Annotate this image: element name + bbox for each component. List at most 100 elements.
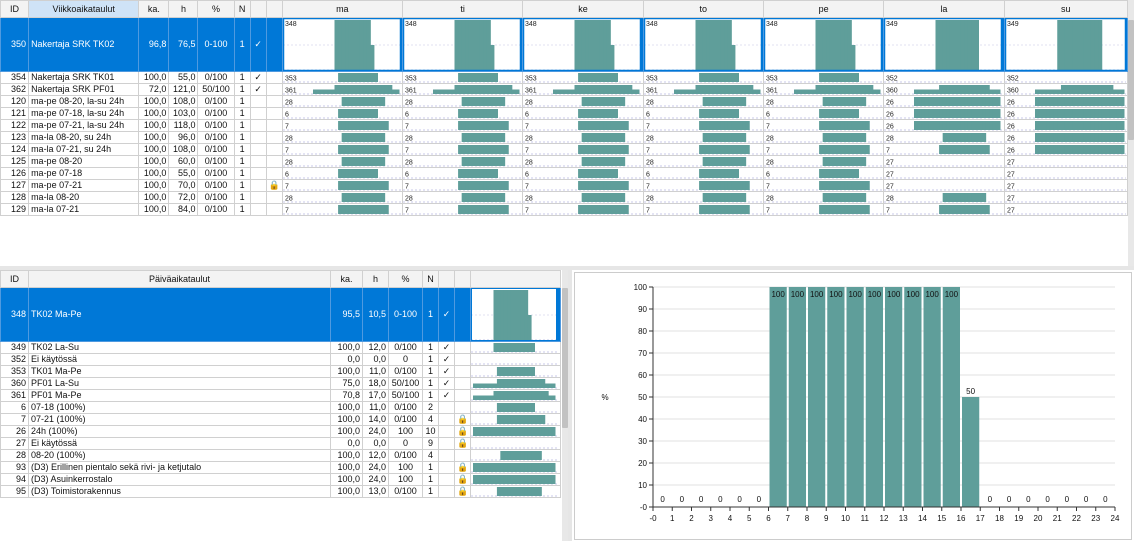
day-cell-to[interactable]: 353	[642, 71, 764, 84]
cell-profile[interactable]	[470, 377, 561, 390]
day-cell-ma[interactable]: 6	[281, 107, 403, 120]
day-cell-ti[interactable]: 6	[401, 107, 524, 120]
day-cell-ti[interactable]: 28	[401, 95, 524, 108]
day-cell-ma[interactable]: 28	[281, 131, 403, 144]
day-cell-pe[interactable]: 7	[762, 179, 885, 192]
daily-col-header-check[interactable]	[438, 270, 455, 288]
day-cell-la[interactable]: 360	[883, 83, 1005, 96]
day-cell-la[interactable]: 26	[883, 107, 1005, 120]
daily-table-row[interactable]: 353 TK01 Ma-Pe 100,0 11,0 0/100 1 ✓	[0, 365, 561, 378]
day-cell-pe[interactable]: 6	[762, 167, 885, 180]
day-cell-to[interactable]: 7	[642, 203, 764, 216]
day-cell-su[interactable]: 27	[1003, 155, 1129, 168]
day-cell-pe[interactable]: 361	[762, 83, 885, 96]
day-cell-ti[interactable]: 6	[401, 167, 524, 180]
col-header-day-ke[interactable]: ke	[522, 0, 644, 18]
day-cell-su[interactable]: 26	[1003, 131, 1129, 144]
day-cell-ke[interactable]: 348	[522, 17, 644, 72]
cell-profile[interactable]	[470, 389, 561, 402]
col-header-day-to[interactable]: to	[642, 0, 764, 18]
day-cell-ma[interactable]: 6	[281, 167, 403, 180]
day-cell-to[interactable]: 7	[642, 179, 764, 192]
cell-profile[interactable]	[470, 341, 561, 354]
day-cell-pe[interactable]: 348	[762, 17, 885, 72]
weekly-table-row[interactable]: 128 ma-la 08-20 100,0 72,0 0/100 1 28 28 28 28 28 2…	[0, 191, 1129, 204]
cell-profile[interactable]	[470, 425, 561, 438]
weekly-scrollbar[interactable]	[1128, 0, 1134, 266]
day-cell-ti[interactable]: 28	[401, 131, 524, 144]
day-cell-to[interactable]: 348	[642, 17, 764, 72]
weekly-table-row[interactable]: 125 ma-pe 08-20 100,0 60,0 0/100 1 28 28 28 28 28 2…	[0, 155, 1129, 168]
day-cell-pe[interactable]: 28	[762, 95, 885, 108]
day-cell-to[interactable]: 7	[642, 143, 764, 156]
cell-profile[interactable]	[470, 413, 561, 426]
daily-col-header-n[interactable]: N	[422, 270, 439, 288]
day-cell-pe[interactable]: 28	[762, 131, 885, 144]
daily-col-header-id[interactable]: ID	[0, 270, 29, 288]
day-cell-la[interactable]: 28	[883, 191, 1005, 204]
weekly-table-row[interactable]: 362 Nakertaja SRK PF01 72,0 121,0 50/100 1 ✓ 36…	[0, 83, 1129, 96]
day-cell-ke[interactable]: 28	[522, 131, 644, 144]
weekly-table-row[interactable]: 127 ma-pe 07-21 100,0 70,0 0/100 1 🔒 7 7 7 7 7 27 27	[0, 179, 1129, 192]
daily-col-header-profile[interactable]	[470, 270, 561, 288]
day-cell-to[interactable]: 6	[642, 107, 764, 120]
day-cell-to[interactable]: 28	[642, 191, 764, 204]
cell-profile[interactable]	[470, 461, 561, 474]
weekly-table-row[interactable]: 129 ma-la 07-21 100,0 84,0 0/100 1 7 7 7 7 7 7 27	[0, 203, 1129, 216]
day-cell-pe[interactable]: 28	[762, 155, 885, 168]
day-cell-ke[interactable]: 6	[522, 167, 644, 180]
col-header-day-la[interactable]: la	[883, 0, 1005, 18]
day-cell-ti[interactable]: 348	[401, 17, 524, 72]
day-cell-ma[interactable]: 7	[281, 119, 403, 132]
col-header-id[interactable]: ID	[0, 0, 30, 18]
day-cell-pe[interactable]: 353	[762, 71, 885, 84]
daily-table-row[interactable]: 95 (D3) Toimistorakennus 100,0 13,0 0/100 1 🔒	[0, 485, 561, 498]
cell-profile[interactable]	[470, 449, 561, 462]
weekly-table-row[interactable]: 121 ma-pe 07-18, la-su 24h 100,0 103,0 0/100…	[0, 107, 1129, 120]
col-header-day-ti[interactable]: ti	[401, 0, 524, 18]
daily-col-header-h[interactable]: h	[362, 270, 389, 288]
daily-table-row[interactable]: 26 24h (100%) 100,0 24,0 100 10 🔒	[0, 425, 561, 438]
day-cell-su[interactable]: 27	[1003, 167, 1129, 180]
day-cell-ti[interactable]: 28	[401, 191, 524, 204]
day-cell-ma[interactable]: 28	[281, 191, 403, 204]
day-cell-su[interactable]: 27	[1003, 203, 1129, 216]
day-cell-ma[interactable]: 353	[281, 71, 403, 84]
daily-table-row[interactable]: 348 TK02 Ma-Pe 95,5 10,5 0-100 1 ✓	[0, 287, 561, 342]
daily-table-row[interactable]: 93 (D3) Erillinen pientalo sekä rivi- ja …	[0, 461, 561, 474]
day-cell-to[interactable]: 28	[642, 95, 764, 108]
col-header-pct[interactable]: %	[197, 0, 235, 18]
day-cell-ke[interactable]: 28	[522, 191, 644, 204]
day-cell-ma[interactable]: 348	[281, 17, 403, 72]
day-cell-su[interactable]: 360	[1003, 83, 1129, 96]
day-cell-ma[interactable]: 7	[281, 179, 403, 192]
day-cell-to[interactable]: 28	[642, 155, 764, 168]
weekly-table-row[interactable]: 124 ma-la 07-21, su 24h 100,0 108,0 0/100 1 7 7…	[0, 143, 1129, 156]
weekly-scrollbar-thumb[interactable]	[1128, 20, 1134, 140]
day-cell-la[interactable]: 28	[883, 131, 1005, 144]
day-cell-ti[interactable]: 7	[401, 119, 524, 132]
daily-table-row[interactable]: 349 TK02 La-Su 100,0 12,0 0/100 1 ✓	[0, 341, 561, 354]
day-cell-ma[interactable]: 28	[281, 95, 403, 108]
col-header-h[interactable]: h	[168, 0, 199, 18]
daily-table-row[interactable]: 28 08-20 (100%) 100,0 12,0 0/100 4	[0, 449, 561, 462]
daily-col-header-name[interactable]: Päiväaikataulut	[28, 270, 331, 288]
day-cell-la[interactable]: 7	[883, 143, 1005, 156]
day-cell-su[interactable]: 27	[1003, 191, 1129, 204]
cell-profile[interactable]	[470, 473, 561, 486]
day-cell-pe[interactable]: 7	[762, 143, 885, 156]
col-header-ka[interactable]: ka.	[138, 0, 170, 18]
day-cell-ti[interactable]: 28	[401, 155, 524, 168]
col-header-lock[interactable]	[265, 0, 283, 18]
weekly-table-row[interactable]: 123 ma-la 08-20, su 24h 100,0 96,0 0/100 1 28 2…	[0, 131, 1129, 144]
weekly-table-row[interactable]: 126 ma-pe 07-18 100,0 55,0 0/100 1 6 6 6 6 6 27 27	[0, 167, 1129, 180]
day-cell-ke[interactable]: 28	[522, 155, 644, 168]
cell-profile[interactable]	[470, 287, 561, 342]
day-cell-la[interactable]: 27	[883, 155, 1005, 168]
day-cell-ma[interactable]: 361	[281, 83, 403, 96]
col-header-day-ma[interactable]: ma	[281, 0, 403, 18]
day-cell-to[interactable]: 361	[642, 83, 764, 96]
daily-table-row[interactable]: 27 Ei käytössä 0,0 0,0 0 9 🔒	[0, 437, 561, 450]
day-cell-la[interactable]: 27	[883, 167, 1005, 180]
day-cell-su[interactable]: 26	[1003, 143, 1129, 156]
